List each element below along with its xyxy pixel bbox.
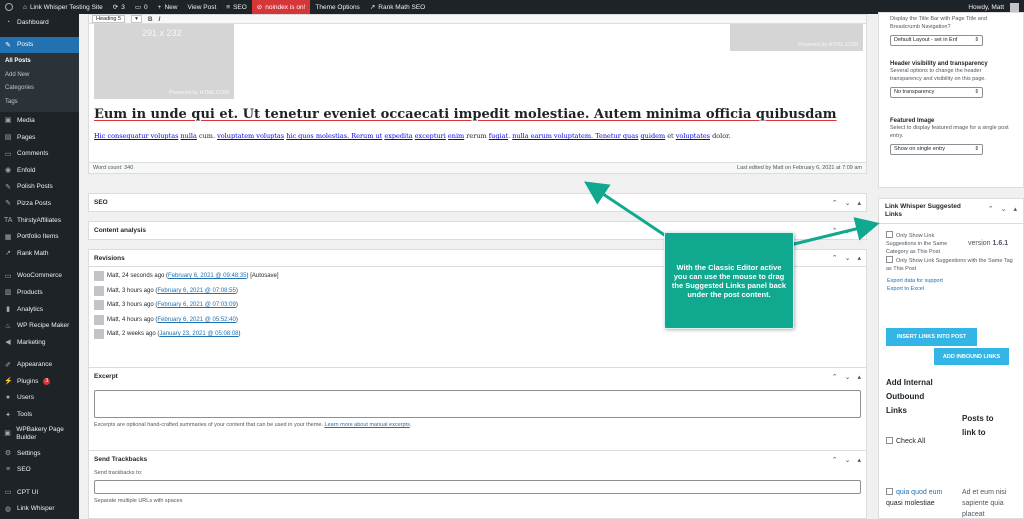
arrow-to-panel [789,217,880,247]
instruction-callout: With the Classic Editor active you can u… [664,232,794,329]
arrow-to-editor [584,181,673,242]
annotation-arrows [584,181,880,247]
